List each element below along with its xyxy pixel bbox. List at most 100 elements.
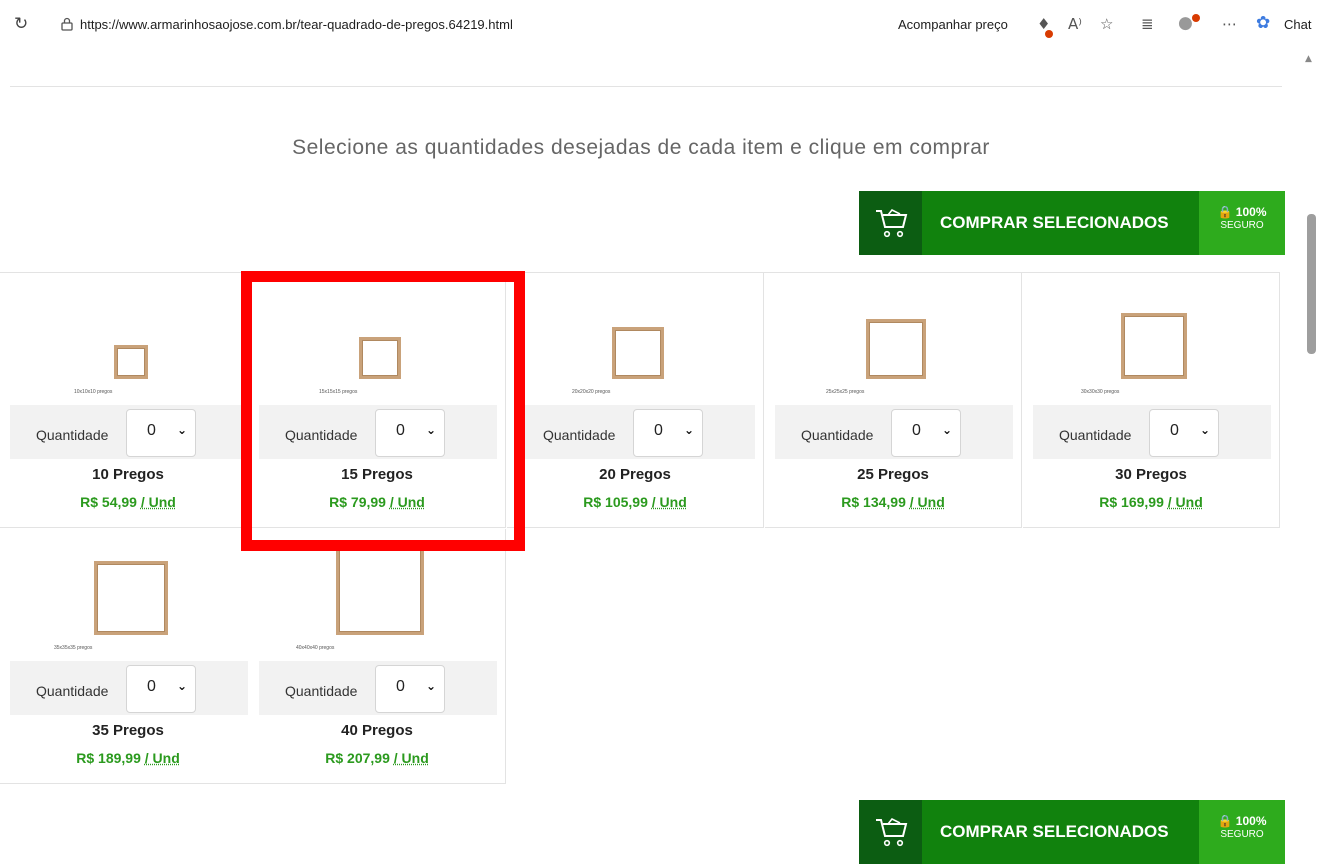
product-card: 30x30x30 pregos Quantidade 0 ⌄ 30 Pregos R$ 1… (1023, 273, 1280, 528)
product-image[interactable]: 35x35x35 pregos (0, 529, 256, 661)
chevron-down-icon: ⌄ (177, 423, 188, 437)
track-price-button[interactable]: Acompanhar preço (898, 17, 1008, 32)
quantity-bar: Quantidade 0 ⌄ (517, 405, 755, 459)
buy-selected-button-top[interactable]: COMPRAR SELECIONADOS 🔒 100% SEGURO (859, 191, 1285, 255)
quantity-value: 0 (147, 678, 156, 695)
quantity-select[interactable]: 0 ⌄ (126, 665, 196, 713)
image-caption: 10x10x10 pregos (74, 389, 113, 395)
quantity-bar: Quantidade 0 ⌄ (10, 405, 248, 459)
chevron-down-icon: ⌄ (942, 423, 953, 437)
highlight-box (241, 271, 525, 551)
frame-picture (336, 547, 424, 635)
quantity-bar: Quantidade 0 ⌄ (775, 405, 1013, 459)
product-price: R$ 54,99 / Und (0, 494, 256, 510)
image-caption: 30x30x30 pregos (1081, 389, 1120, 395)
quantity-select[interactable]: 0 ⌄ (633, 409, 703, 457)
product-image[interactable]: 30x30x30 pregos (1023, 273, 1279, 405)
quantity-label: Quantidade (36, 683, 109, 699)
favorites-list-icon[interactable]: ≣ (1141, 15, 1154, 33)
product-image[interactable]: 10x10x10 pregos (0, 273, 256, 405)
price-value: R$ 169,99 (1099, 494, 1164, 510)
quantity-value: 0 (396, 678, 405, 695)
secure-label: SEGURO (1220, 829, 1264, 840)
quantity-select[interactable]: 0 ⌄ (891, 409, 961, 457)
quantity-select[interactable]: 0 ⌄ (375, 665, 445, 713)
quantity-value: 0 (147, 422, 156, 439)
cart-icon (859, 800, 922, 864)
product-name: 40 Pregos (341, 722, 413, 739)
quantity-bar: Quantidade 0 ⌄ (1033, 405, 1271, 459)
frame-picture (114, 345, 148, 379)
secure-percent: 100% (1235, 205, 1267, 219)
price-unit-link[interactable]: / Und (394, 750, 429, 766)
price-value: R$ 105,99 (583, 494, 648, 510)
product-card: 35x35x35 pregos Quantidade 0 ⌄ 35 Pregos R$ 1… (0, 529, 257, 784)
browser-toolbar: ↻ https://www.armarinhosaojose.com.br/te… (0, 0, 1318, 54)
product-name: 35 Pregos (92, 722, 164, 739)
quantity-select[interactable]: 0 ⌄ (126, 409, 196, 457)
buy-selected-label: COMPRAR SELECIONADOS (922, 191, 1199, 255)
product-image[interactable]: 20x20x20 pregos (507, 273, 763, 405)
quantity-value: 0 (1170, 422, 1179, 439)
buy-selected-button-bottom[interactable]: COMPRAR SELECIONADOS 🔒 100% SEGURO (859, 800, 1285, 864)
frame-picture (1121, 313, 1187, 379)
product-name: 25 Pregos (857, 466, 929, 483)
price-unit-link[interactable]: / Und (652, 494, 687, 510)
frame-picture (866, 319, 926, 379)
quantity-value: 0 (654, 422, 663, 439)
quantity-select[interactable]: 0 ⌄ (1149, 409, 1219, 457)
image-caption: 35x35x35 pregos (54, 645, 93, 651)
secure-percent: 100% (1235, 814, 1267, 828)
price-unit-link[interactable]: / Und (910, 494, 945, 510)
copilot-icon[interactable]: ✿ (1256, 13, 1270, 33)
image-caption: 20x20x20 pregos (572, 389, 611, 395)
quantity-label: Quantidade (801, 427, 874, 443)
cart-icon (859, 191, 922, 255)
quantity-label: Quantidade (36, 427, 109, 443)
chevron-down-icon: ⌄ (177, 679, 188, 693)
more-menu-icon[interactable]: ⋯ (1222, 15, 1237, 33)
scroll-up-arrow-icon[interactable]: ▲ (1305, 54, 1312, 64)
favorite-star-icon[interactable]: ☆ (1100, 15, 1113, 33)
product-name: 20 Pregos (599, 466, 671, 483)
product-card: 40x40x40 pregos Quantidade 0 ⌄ 40 Pregos R$ 2… (249, 529, 506, 784)
product-name: 30 Pregos (1115, 466, 1187, 483)
notification-badge-icon (1045, 30, 1053, 38)
read-aloud-icon[interactable]: A⁾ (1068, 15, 1082, 33)
frame-picture (94, 561, 168, 635)
page-heading: Selecione as quantidades desejadas de ca… (292, 136, 990, 159)
quantity-bar: Quantidade 0 ⌄ (10, 661, 248, 715)
image-caption: 25x25x25 pregos (826, 389, 865, 395)
product-price: R$ 105,99 / Und (507, 494, 763, 510)
quantity-label: Quantidade (285, 683, 358, 699)
price-unit-link[interactable]: / Und (141, 494, 176, 510)
price-value: R$ 189,99 (76, 750, 141, 766)
product-card: 25x25x25 pregos Quantidade 0 ⌄ 25 Pregos R$ 1… (765, 273, 1022, 528)
product-price: R$ 134,99 / Und (765, 494, 1021, 510)
price-value: R$ 134,99 (841, 494, 906, 510)
profile-avatar-icon[interactable]: ● (1178, 13, 1193, 33)
site-info-icon[interactable] (60, 17, 74, 31)
frame-picture (612, 327, 664, 379)
padlock-icon: 🔒 (1217, 814, 1233, 828)
product-image[interactable]: 25x25x25 pregos (765, 273, 1021, 405)
profile-badge-icon (1192, 14, 1200, 22)
chevron-down-icon: ⌄ (684, 423, 695, 437)
buy-selected-label: COMPRAR SELECIONADOS (922, 800, 1199, 864)
price-value: R$ 207,99 (325, 750, 390, 766)
divider (10, 86, 1282, 87)
chevron-down-icon: ⌄ (1200, 423, 1211, 437)
chat-button[interactable]: Chat (1284, 17, 1311, 32)
price-unit-link[interactable]: / Und (1168, 494, 1203, 510)
scrollbar-thumb[interactable] (1307, 214, 1316, 354)
secure-label: SEGURO (1220, 220, 1264, 231)
quantity-label: Quantidade (543, 427, 616, 443)
quantity-value: 0 (912, 422, 921, 439)
price-value: R$ 54,99 (80, 494, 137, 510)
secure-badge: 🔒 100% SEGURO (1199, 191, 1285, 255)
product-card: 10x10x10 pregos Quantidade 0 ⌄ 10 Pregos R$ 5… (0, 273, 257, 528)
url-text[interactable]: https://www.armarinhosaojose.com.br/tear… (80, 17, 513, 32)
price-unit-link[interactable]: / Und (145, 750, 180, 766)
reload-icon[interactable]: ↻ (14, 14, 28, 34)
quantity-label: Quantidade (1059, 427, 1132, 443)
